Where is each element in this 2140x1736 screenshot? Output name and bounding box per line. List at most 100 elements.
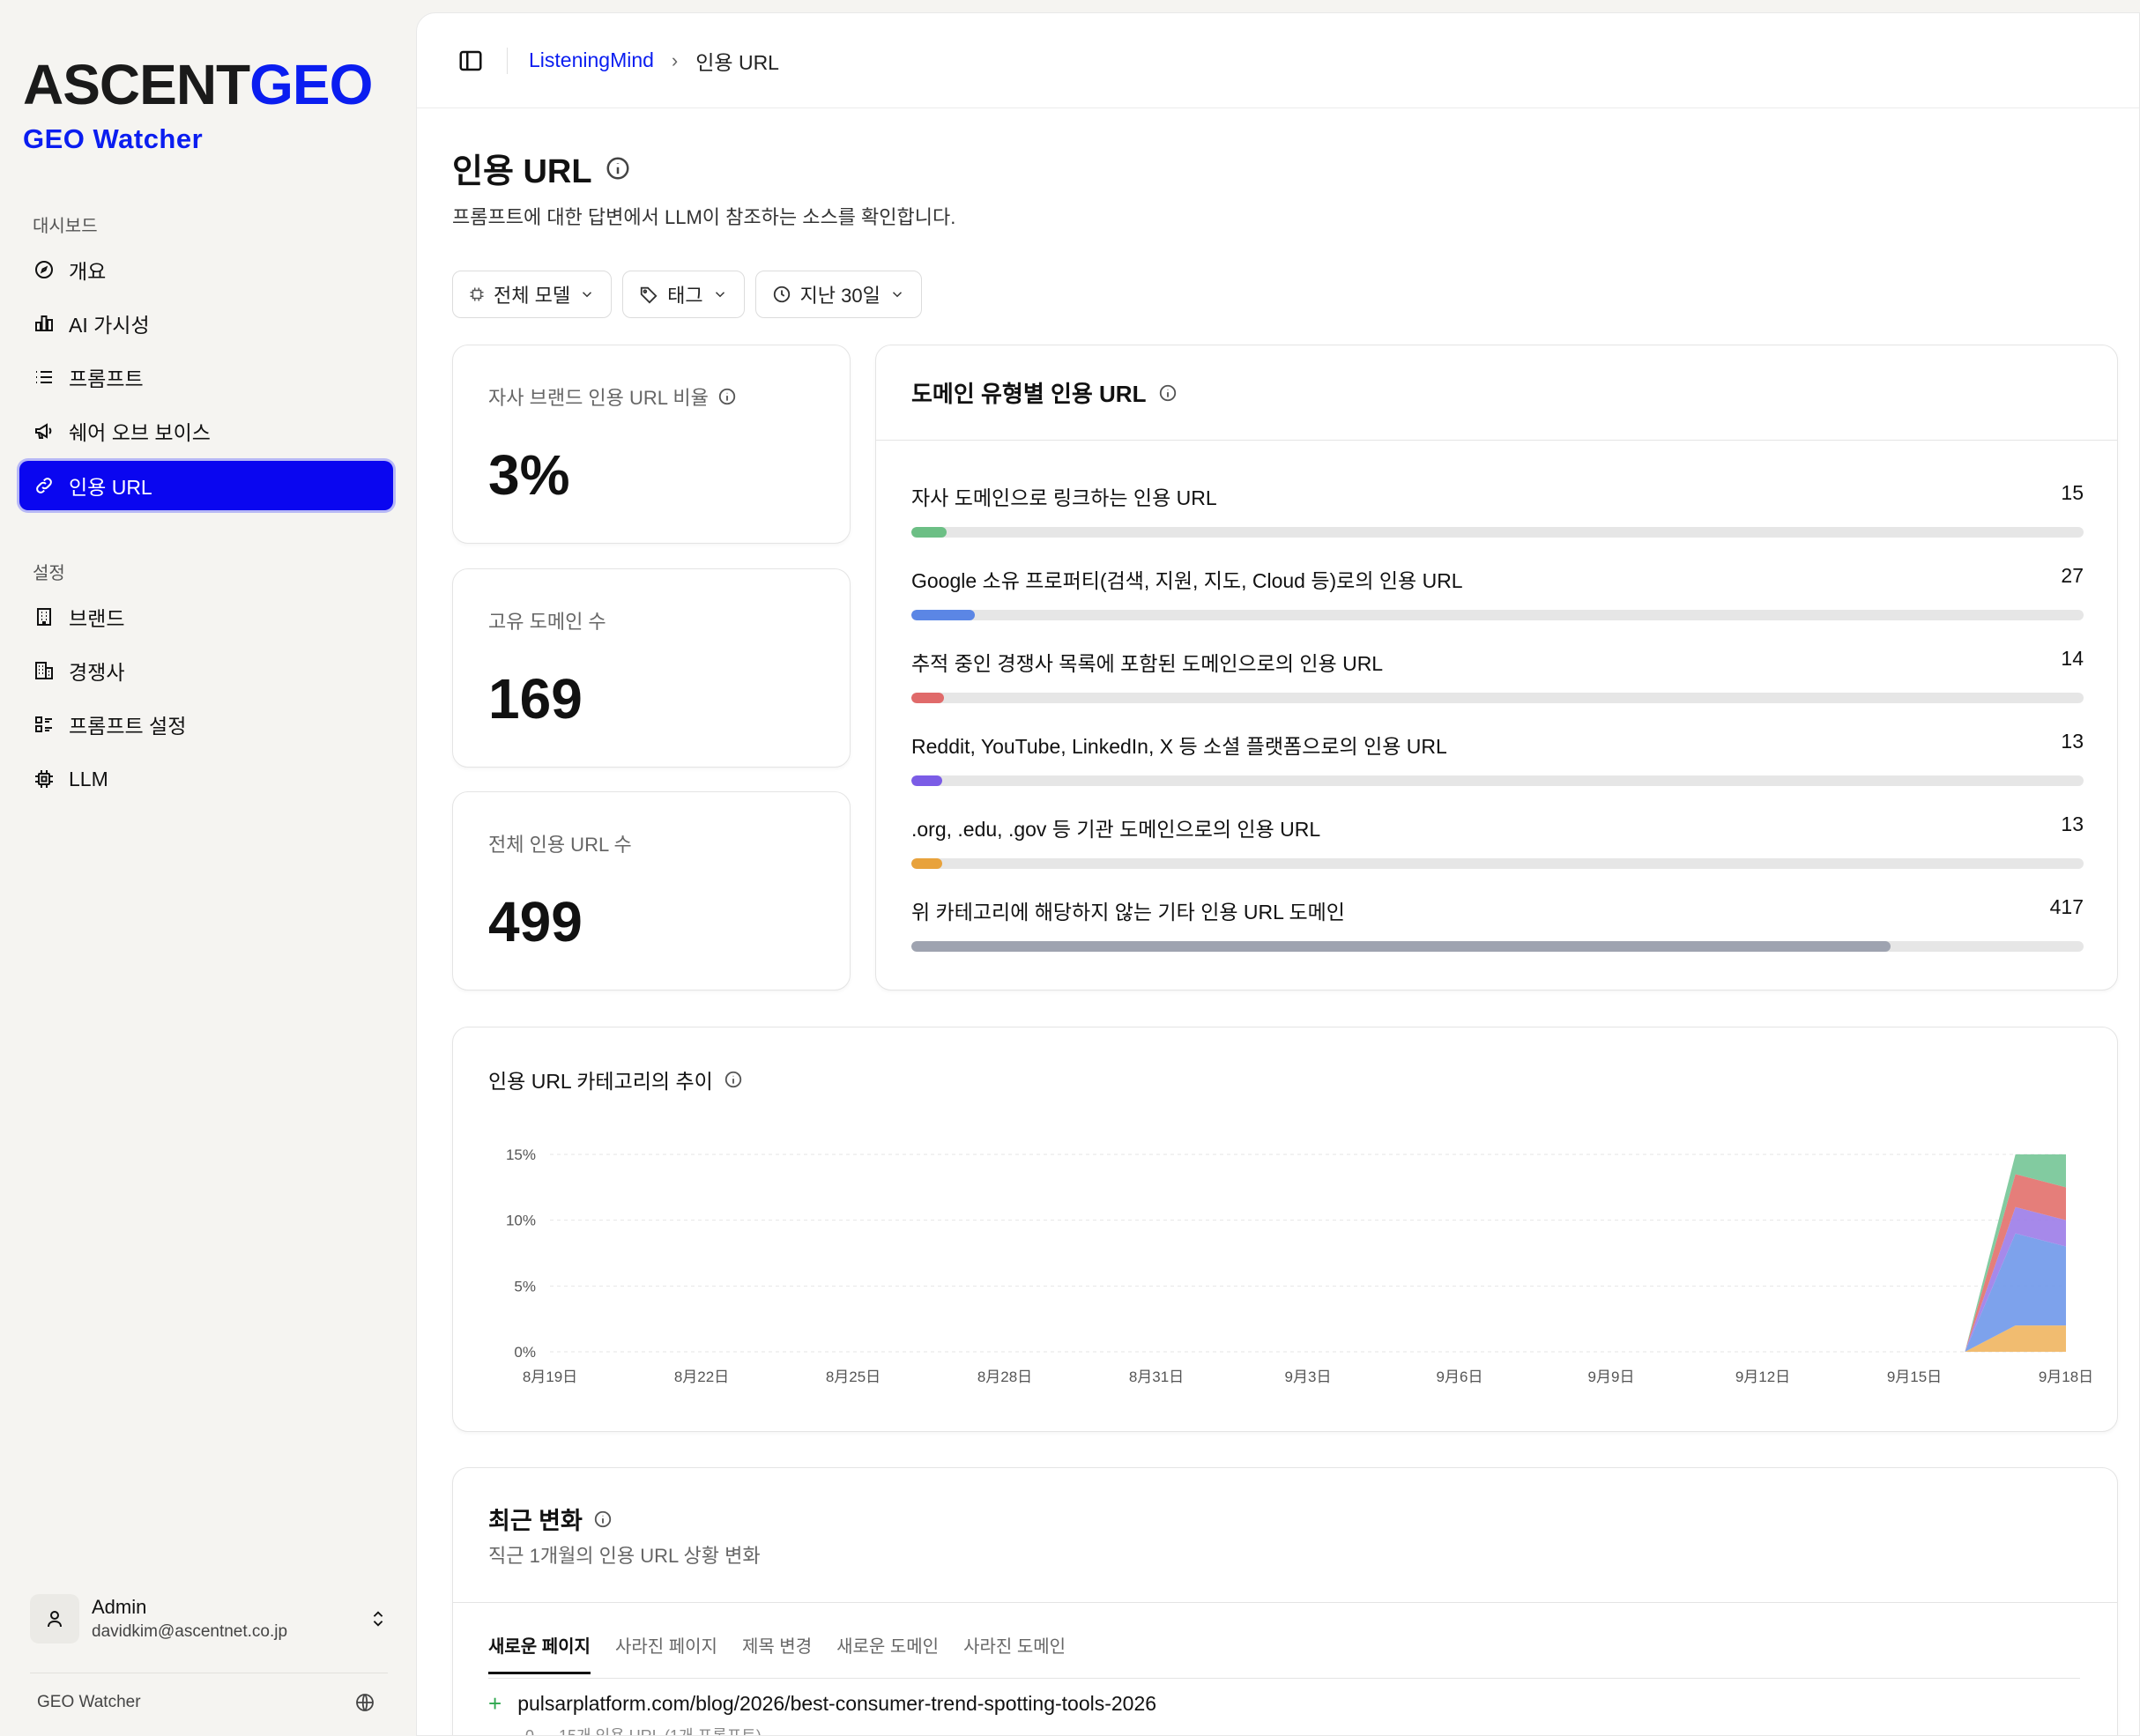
model-filter[interactable]: 전체 모델 xyxy=(452,271,613,318)
topbar-separator xyxy=(507,47,508,74)
domain-type-card: 도메인 유형별 인용 URL 자사 도메인으로 링크하는 인용 URL 15 G… xyxy=(875,345,2118,990)
sidebar-item-label: 인용 URL xyxy=(69,476,152,499)
x-tick-label: 8月25日 xyxy=(826,1369,881,1385)
sidebar: ASCENTGEO GEO Watcher 대시보드 개요 AI 가시성 프롬프… xyxy=(0,0,416,1736)
stat-value: 169 xyxy=(488,667,583,731)
clock-icon xyxy=(773,286,790,303)
domain-row-track xyxy=(911,693,2084,703)
domain-row-track xyxy=(911,941,2084,952)
info-icon[interactable] xyxy=(1158,383,1178,403)
recent-title: 최근 변화 xyxy=(488,1502,613,1536)
breadcrumb-parent[interactable]: ListeningMind xyxy=(529,48,654,72)
user-menu[interactable]: Admin davidkim@ascentnet.co.jp xyxy=(30,1591,388,1646)
sidebar-item-brand[interactable]: 브랜드 xyxy=(19,592,393,642)
stat-label: 고유 도메인 수 xyxy=(488,611,606,633)
y-tick-label: 10% xyxy=(506,1213,536,1229)
x-tick-label: 9月9日 xyxy=(1588,1369,1635,1385)
recent-divider xyxy=(453,1602,2117,1603)
bar-chart-icon xyxy=(35,315,53,331)
chevron-down-icon xyxy=(892,292,902,298)
domain-row-count: 13 xyxy=(2061,730,2084,753)
tab-new-pages[interactable]: 새로운 페이지 xyxy=(488,1632,591,1674)
domain-row-bar xyxy=(911,858,942,869)
recent-subtitle: 직근 1개월의 인용 URL 상황 변화 xyxy=(488,1545,761,1567)
domain-row-bar xyxy=(911,527,947,538)
domain-row-bar xyxy=(911,775,942,786)
tabs-underline xyxy=(488,1678,2080,1679)
domain-row-count: 13 xyxy=(2061,812,2084,835)
domain-row-count: 417 xyxy=(2049,895,2084,918)
domain-row-label: Google 소유 프로퍼티(검색, 지원, 지도, Cloud 등)로의 인용… xyxy=(911,569,1463,592)
logo[interactable]: ASCENTGEO GEO Watcher xyxy=(23,56,373,155)
sidebar-item-label: LLM xyxy=(69,767,108,790)
stat-card-total-urls: 전체 인용 URL 수 499 xyxy=(452,791,851,990)
domain-row: 추적 중인 경쟁사 목록에 포함된 도메인으로의 인용 URL 14 xyxy=(911,647,2084,703)
page-description: 프롬프트에 대한 답변에서 LLM이 참조하는 소스를 확인합니다. xyxy=(452,206,956,228)
buildings-icon xyxy=(35,662,53,679)
sidebar-item-label: 브랜드 xyxy=(69,607,125,630)
globe-icon[interactable] xyxy=(354,1692,375,1713)
trend-chart-card: 인용 URL 카테고리의 추이 15% 10% 5% 0% 8月19日 8月22日 8月25… xyxy=(452,1027,2118,1432)
plus-icon: + xyxy=(488,1690,502,1717)
domain-row: 위 카테고리에 해당하지 않는 기타 인용 URL 도메인 417 xyxy=(911,895,2084,952)
sidebar-item-competitors[interactable]: 경쟁사 xyxy=(19,646,393,695)
info-icon[interactable] xyxy=(717,387,737,406)
y-tick-label: 5% xyxy=(514,1278,536,1295)
domain-row-count: 14 xyxy=(2061,647,2084,670)
sidebar-item-prompt-settings[interactable]: 프롬프트 설정 xyxy=(19,700,393,749)
user-name: Admin xyxy=(92,1596,147,1618)
info-icon[interactable] xyxy=(605,155,631,182)
tag-filter-label: 태그 xyxy=(667,285,703,307)
chevron-up-down-icon[interactable] xyxy=(368,1609,388,1628)
section-label-dashboard: 대시보드 xyxy=(33,217,98,236)
sidebar-item-citation-url[interactable]: 인용 URL xyxy=(19,461,393,510)
user-icon xyxy=(48,1611,62,1628)
sidebar-item-ai-visibility[interactable]: AI 가시성 xyxy=(19,299,393,348)
sidebar-item-prompts[interactable]: 프롬프트 xyxy=(19,352,393,402)
domain-row-track xyxy=(911,775,2084,786)
x-tick-label: 9月12日 xyxy=(1735,1369,1790,1385)
list-item-url: pulsarplatform.com/blog/2026/best-consum… xyxy=(517,1692,1157,1715)
list-icon xyxy=(36,371,52,383)
sidebar-item-overview[interactable]: 개요 xyxy=(19,245,393,294)
list-item[interactable]: + pulsarplatform.com/blog/2026/best-cons… xyxy=(488,1690,1156,1717)
tab-lost-domains[interactable]: 사라진 도메인 xyxy=(963,1632,1066,1674)
domain-row: 자사 도메인으로 링크하는 인용 URL 15 xyxy=(911,481,2084,538)
sidebar-item-label: 프롬프트 설정 xyxy=(69,715,187,738)
period-filter[interactable]: 지난 30일 xyxy=(754,271,922,318)
sidebar-item-label: 프롬프트 xyxy=(69,367,144,390)
tab-title-changes[interactable]: 제목 변경 xyxy=(742,1632,812,1674)
period-filter-label: 지난 30일 xyxy=(799,285,881,307)
domain-row-label: 추적 중인 경쟁사 목록에 포함된 도메인으로의 인용 URL xyxy=(911,652,1384,675)
tab-lost-pages[interactable]: 사라진 페이지 xyxy=(615,1632,717,1674)
domain-type-title: 도메인 유형별 인용 URL xyxy=(876,345,2117,441)
stat-card-unique-domains: 고유 도메인 수 169 xyxy=(452,568,851,768)
tab-new-domains[interactable]: 새로운 도메인 xyxy=(836,1632,939,1674)
domain-row: Reddit, YouTube, LinkedIn, X 등 소셜 플랫폼으로의… xyxy=(911,730,2084,786)
sidebar-item-share-of-voice[interactable]: 쉐어 오브 보이스 xyxy=(19,406,393,456)
domain-row: Google 소유 프로퍼티(검색, 지원, 지도, Cloud 등)로의 인용… xyxy=(911,564,2084,620)
stat-label: 전체 인용 URL 수 xyxy=(488,834,632,856)
building-icon xyxy=(37,608,51,626)
info-icon[interactable] xyxy=(593,1510,613,1529)
gauge-icon xyxy=(35,261,53,278)
trend-chart: 15% 10% 5% 0% 8月19日 8月22日 8月25日 8月28日 8月31日 9月3日 9… xyxy=(506,1146,2093,1385)
stat-value: 499 xyxy=(488,890,583,953)
cpu-icon xyxy=(470,287,484,301)
domain-row-track xyxy=(911,858,2084,869)
breadcrumb-current: 인용 URL xyxy=(695,50,779,74)
domain-row-count: 15 xyxy=(2061,481,2084,504)
tag-filter[interactable]: 태그 xyxy=(622,271,745,318)
x-tick-label: 9月18日 xyxy=(2039,1369,2093,1385)
section-label-settings: 설정 xyxy=(33,564,65,583)
sidebar-item-llm[interactable]: LLM xyxy=(19,754,393,804)
domain-row-label: .org, .edu, .gov 등 기관 도메인으로의 인용 URL xyxy=(911,818,1321,841)
domain-row-track xyxy=(911,527,2084,538)
list-item-meta: 0 → 15개 인용 URL (1개 프롬프트) xyxy=(525,1727,762,1736)
page-title-text: 인용 URL xyxy=(452,153,592,190)
domain-row-label: 위 카테고리에 해당하지 않는 기타 인용 URL 도메인 xyxy=(911,901,1345,924)
sidebar-toggle-icon[interactable] xyxy=(457,48,484,74)
sidebar-item-label: 쉐어 오브 보이스 xyxy=(69,421,211,444)
sidebar-item-label: AI 가시성 xyxy=(69,314,150,337)
domain-row-track xyxy=(911,610,2084,620)
